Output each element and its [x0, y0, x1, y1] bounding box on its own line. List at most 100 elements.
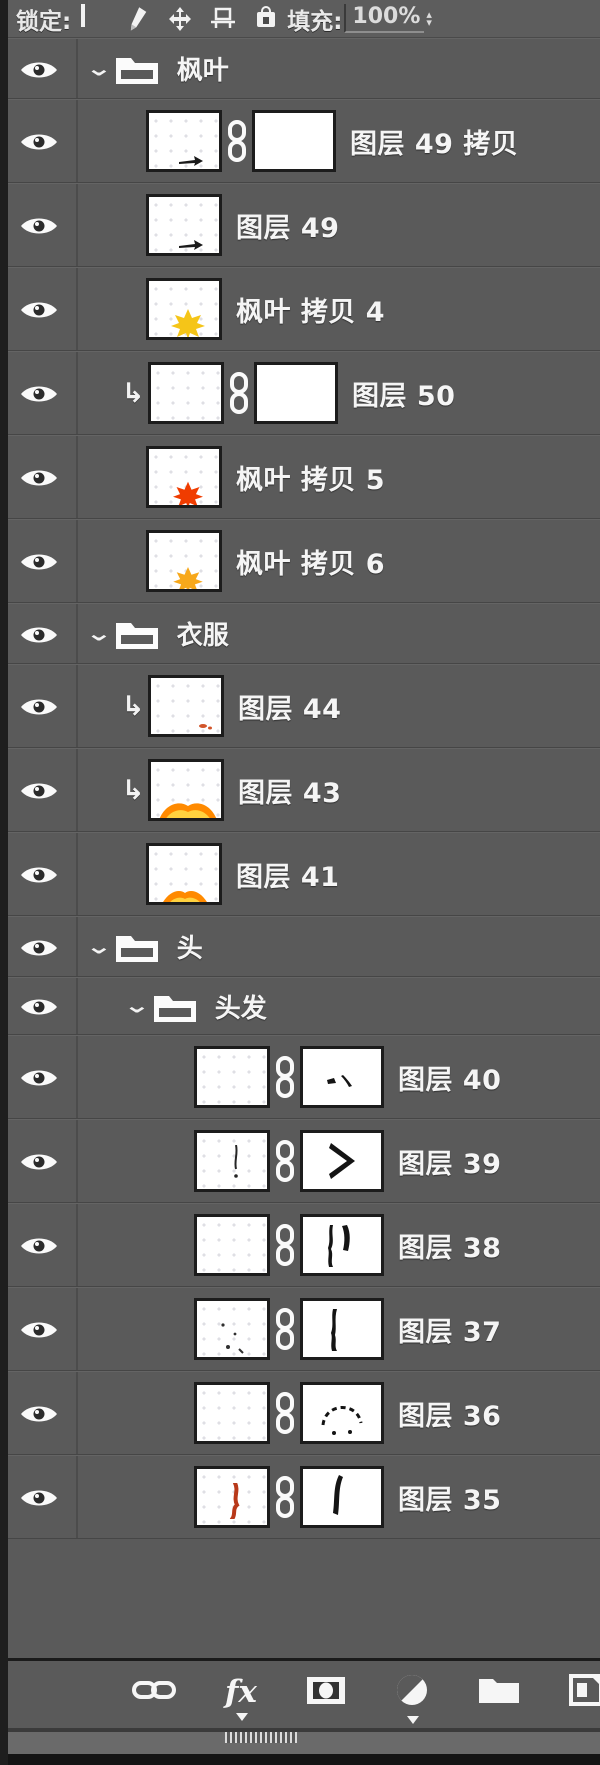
visibility-toggle[interactable]	[0, 39, 78, 98]
visibility-toggle[interactable]	[0, 917, 78, 976]
visibility-toggle[interactable]	[0, 268, 78, 350]
layer-thumbnail[interactable]	[194, 1298, 270, 1360]
layer-thumbnail[interactable]	[194, 1466, 270, 1528]
layer-thumbnail[interactable]	[146, 278, 222, 340]
layer-row[interactable]: 图层 49 拷贝	[0, 99, 600, 183]
visibility-toggle[interactable]	[0, 604, 78, 663]
layer-row[interactable]: ↳ 图层 43	[0, 748, 600, 832]
link-mask-icon[interactable]	[270, 1054, 300, 1100]
panel-left-edge	[0, 0, 8, 1765]
lock-all-button[interactable]	[253, 5, 279, 32]
lock-image-pixels-button[interactable]	[124, 6, 150, 32]
layer-mask-thumbnail[interactable]	[254, 362, 338, 424]
link-mask-icon[interactable]	[270, 1306, 300, 1352]
layer-mask-thumbnail[interactable]	[300, 1298, 384, 1360]
layer-thumbnail[interactable]	[146, 530, 222, 592]
link-mask-icon[interactable]	[270, 1222, 300, 1268]
visibility-toggle[interactable]	[0, 833, 78, 915]
lock-artboard-nesting-button[interactable]	[210, 6, 236, 32]
layer-name: 枫叶 拷贝 4	[236, 296, 386, 328]
layer-list[interactable]: ⌄ 枫叶 图层 49 拷贝 图层 49 枫叶 拷贝 4 ↳ 图层 50 枫叶 拷贝 5 枫叶 拷…	[0, 38, 600, 1658]
layer-mask-thumbnail[interactable]	[300, 1046, 384, 1108]
layer-style-button[interactable]: fx	[225, 1673, 257, 1721]
layer-thumbnail[interactable]	[146, 110, 222, 172]
resize-grip[interactable]	[225, 1732, 297, 1743]
layer-mask-thumbnail[interactable]	[300, 1466, 384, 1528]
visibility-toggle[interactable]	[0, 1372, 78, 1454]
layer-group-row[interactable]: ⌄ 枫叶	[0, 38, 600, 99]
layer-name: 图层 36	[398, 1400, 502, 1432]
add-layer-mask-button[interactable]	[306, 1676, 346, 1709]
visibility-toggle[interactable]	[0, 1456, 78, 1538]
layer-thumbnail[interactable]	[194, 1130, 270, 1192]
visibility-toggle[interactable]	[0, 978, 78, 1034]
link-mask-icon[interactable]	[270, 1390, 300, 1436]
layer-thumbnail[interactable]	[148, 362, 224, 424]
layer-row[interactable]: 图层 40	[0, 1035, 600, 1119]
layer-row[interactable]: 图层 49	[0, 183, 600, 267]
lock-transparent-pixels-button[interactable]	[81, 3, 107, 32]
chevron-down-icon[interactable]: ⌄	[85, 936, 112, 957]
new-layer-button[interactable]	[568, 1674, 600, 1710]
visibility-toggle[interactable]	[0, 100, 78, 182]
layer-row[interactable]: 图层 35	[0, 1455, 600, 1539]
transparency-checkerboard	[197, 1217, 267, 1273]
layer-thumbnail[interactable]	[194, 1214, 270, 1276]
layer-mask-thumbnail[interactable]	[300, 1382, 384, 1444]
visibility-toggle[interactable]	[0, 436, 78, 518]
link-layers-button[interactable]	[132, 1677, 176, 1707]
visibility-toggle[interactable]	[0, 1288, 78, 1370]
visibility-toggle[interactable]	[0, 184, 78, 266]
layer-row[interactable]: 枫叶 拷贝 4	[0, 267, 600, 351]
layer-group-row[interactable]: ⌄ 头发	[0, 977, 600, 1035]
layer-mask-thumbnail[interactable]	[300, 1214, 384, 1276]
fill-stepper-icon[interactable]: ▴ ▾	[426, 9, 432, 28]
layer-thumbnail[interactable]	[148, 675, 224, 737]
new-adjustment-layer-button[interactable]	[395, 1673, 429, 1724]
layer-name: 图层 40	[398, 1064, 502, 1096]
chevron-down-icon[interactable]: ⌄	[85, 58, 112, 79]
link-mask-icon[interactable]	[222, 118, 252, 164]
chevron-down-icon[interactable]: ⌄	[123, 996, 150, 1017]
visibility-toggle[interactable]	[0, 352, 78, 434]
fill-value[interactable]: 100%	[344, 4, 425, 33]
visibility-toggle[interactable]	[0, 1204, 78, 1286]
layer-row[interactable]: 图层 37	[0, 1287, 600, 1371]
layer-row[interactable]: 图层 38	[0, 1203, 600, 1287]
layer-row[interactable]: 图层 39	[0, 1119, 600, 1203]
brush-icon	[121, 3, 153, 37]
layer-mask-thumbnail[interactable]	[300, 1130, 384, 1192]
layer-thumbnail[interactable]	[194, 1382, 270, 1444]
new-group-button[interactable]	[478, 1675, 520, 1709]
layer-name: 图层 35	[398, 1484, 502, 1516]
layer-group-row[interactable]: ⌄ 衣服	[0, 603, 600, 664]
half-circle-icon	[395, 1673, 429, 1711]
layer-group-row[interactable]: ⌄ 头	[0, 916, 600, 977]
layer-thumbnail[interactable]	[146, 446, 222, 508]
chevron-down-icon[interactable]: ⌄	[85, 623, 112, 644]
layer-row[interactable]: ↳ 图层 44	[0, 664, 600, 748]
fx-icon: fx	[225, 1673, 257, 1710]
layer-thumbnail[interactable]	[148, 759, 224, 821]
link-mask-icon[interactable]	[270, 1138, 300, 1184]
link-mask-icon[interactable]	[224, 370, 254, 416]
visibility-toggle[interactable]	[0, 665, 78, 747]
layer-row[interactable]: ↳ 图层 50	[0, 351, 600, 435]
fill-control[interactable]: 填充: 100% ▴ ▾	[287, 2, 432, 36]
visibility-toggle[interactable]	[0, 749, 78, 831]
lock-position-button[interactable]	[167, 6, 193, 32]
layer-name: 图层 44	[238, 693, 342, 725]
visibility-toggle[interactable]	[0, 1036, 78, 1118]
layer-thumbnail[interactable]	[146, 194, 222, 256]
layer-row[interactable]: 枫叶 拷贝 5	[0, 435, 600, 519]
layer-row[interactable]: 图层 41	[0, 832, 600, 916]
layer-row[interactable]: 图层 36	[0, 1371, 600, 1455]
visibility-toggle[interactable]	[0, 1120, 78, 1202]
layer-mask-thumbnail[interactable]	[252, 110, 336, 172]
layer-thumbnail[interactable]	[194, 1046, 270, 1108]
eye-icon	[19, 58, 57, 80]
link-mask-icon[interactable]	[270, 1474, 300, 1520]
layer-thumbnail[interactable]	[146, 843, 222, 905]
layer-row[interactable]: 枫叶 拷贝 6	[0, 519, 600, 603]
visibility-toggle[interactable]	[0, 520, 78, 602]
